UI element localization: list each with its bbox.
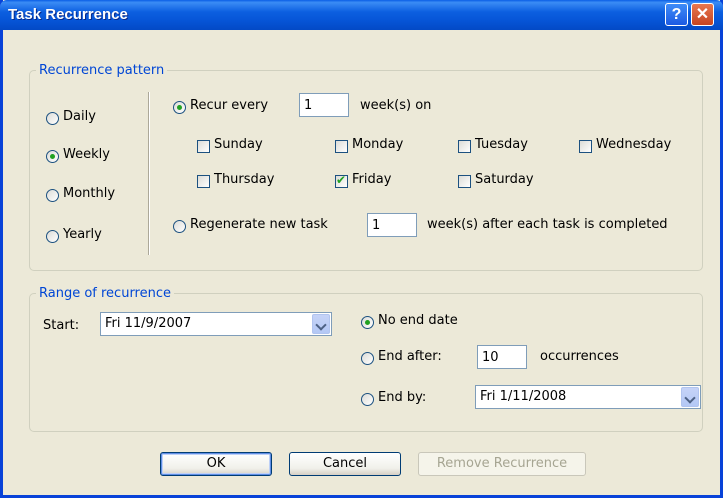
saturday-checkbox[interactable] [458,175,471,188]
end-by-value: Fri 1/11/2008 [480,389,567,404]
daily-label[interactable]: Daily [63,109,96,124]
wednesday-label[interactable]: Wednesday [596,137,671,152]
start-label: Start: [43,318,80,333]
range-legend: Range of recurrence [39,286,171,301]
start-date-dropdown[interactable]: Fri 11/9/2007 [100,312,332,336]
occurrences-label: occurrences [540,349,619,364]
end-after-input[interactable] [477,345,527,369]
weekly-label[interactable]: Weekly [63,147,110,162]
close-icon[interactable]: ✕ [691,3,714,26]
end-by-radio[interactable] [361,393,374,406]
wednesday-checkbox[interactable] [579,140,592,153]
tuesday-label[interactable]: Tuesday [475,137,528,152]
sunday-label[interactable]: Sunday [214,137,263,152]
chevron-down-icon[interactable] [681,387,699,407]
monthly-label[interactable]: Monthly [63,186,115,201]
end-after-label[interactable]: End after: [378,349,442,364]
pattern-divider [148,92,150,255]
regenerate-suffix: week(s) after each task is completed [427,217,668,232]
chevron-down-icon[interactable] [312,314,330,334]
ok-button[interactable]: OK [160,452,272,476]
cancel-button[interactable]: Cancel [289,452,401,476]
thursday-label[interactable]: Thursday [214,172,274,187]
recur-every-radio[interactable] [173,101,186,114]
sunday-checkbox[interactable] [197,140,210,153]
friday-label[interactable]: Friday [352,172,391,187]
recur-every-input[interactable] [299,93,349,117]
task-recurrence-dialog: Task Recurrence ? ✕ Recurrence pattern D… [0,0,723,498]
remove-recurrence-button[interactable]: Remove Recurrence [418,452,586,476]
help-icon[interactable]: ? [665,3,688,26]
monthly-radio[interactable] [46,189,59,202]
saturday-label[interactable]: Saturday [475,172,534,187]
regenerate-radio[interactable] [173,220,186,233]
monday-label[interactable]: Monday [352,137,403,152]
recurrence-pattern-group: Recurrence pattern [29,63,703,271]
regenerate-input[interactable] [367,213,417,237]
no-end-date-label[interactable]: No end date [378,313,458,328]
daily-radio[interactable] [46,112,59,125]
no-end-date-radio[interactable] [361,316,374,329]
tuesday-checkbox[interactable] [458,140,471,153]
recur-every-label[interactable]: Recur every [190,98,268,113]
end-by-dropdown[interactable]: Fri 1/11/2008 [475,385,701,409]
end-after-radio[interactable] [361,352,374,365]
friday-checkbox[interactable] [335,173,348,188]
monday-checkbox[interactable] [335,140,348,153]
yearly-radio[interactable] [46,230,59,243]
recur-every-suffix: week(s) on [360,98,432,113]
recurrence-pattern-legend: Recurrence pattern [39,63,165,78]
end-by-label[interactable]: End by: [378,390,426,405]
title-bar[interactable]: Task Recurrence ? ✕ [0,0,723,30]
window-title: Task Recurrence [8,6,128,23]
start-date-value: Fri 11/9/2007 [105,316,192,331]
thursday-checkbox[interactable] [197,175,210,188]
regenerate-label[interactable]: Regenerate new task [190,217,328,232]
weekly-radio[interactable] [46,150,59,163]
yearly-label[interactable]: Yearly [63,227,102,242]
